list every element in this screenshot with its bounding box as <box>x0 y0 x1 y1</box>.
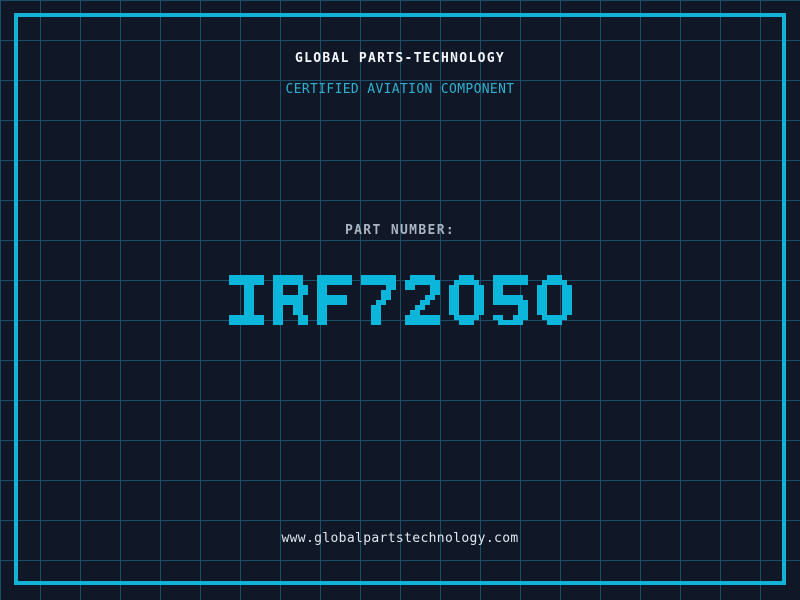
part-number-value: IRF72050 <box>0 275 800 325</box>
certificate-panel: GLOBAL PARTS-TECHNOLOGY CERTIFIED AVIATI… <box>0 0 800 600</box>
certification-label: CERTIFIED AVIATION COMPONENT <box>285 82 515 97</box>
website-url: www.globalpartstechnology.com <box>281 531 519 546</box>
part-number-text: IRF72050 <box>572 275 573 276</box>
part-number-label: PART NUMBER: <box>344 223 456 238</box>
company-name: GLOBAL PARTS-TECHNOLOGY <box>295 51 505 66</box>
